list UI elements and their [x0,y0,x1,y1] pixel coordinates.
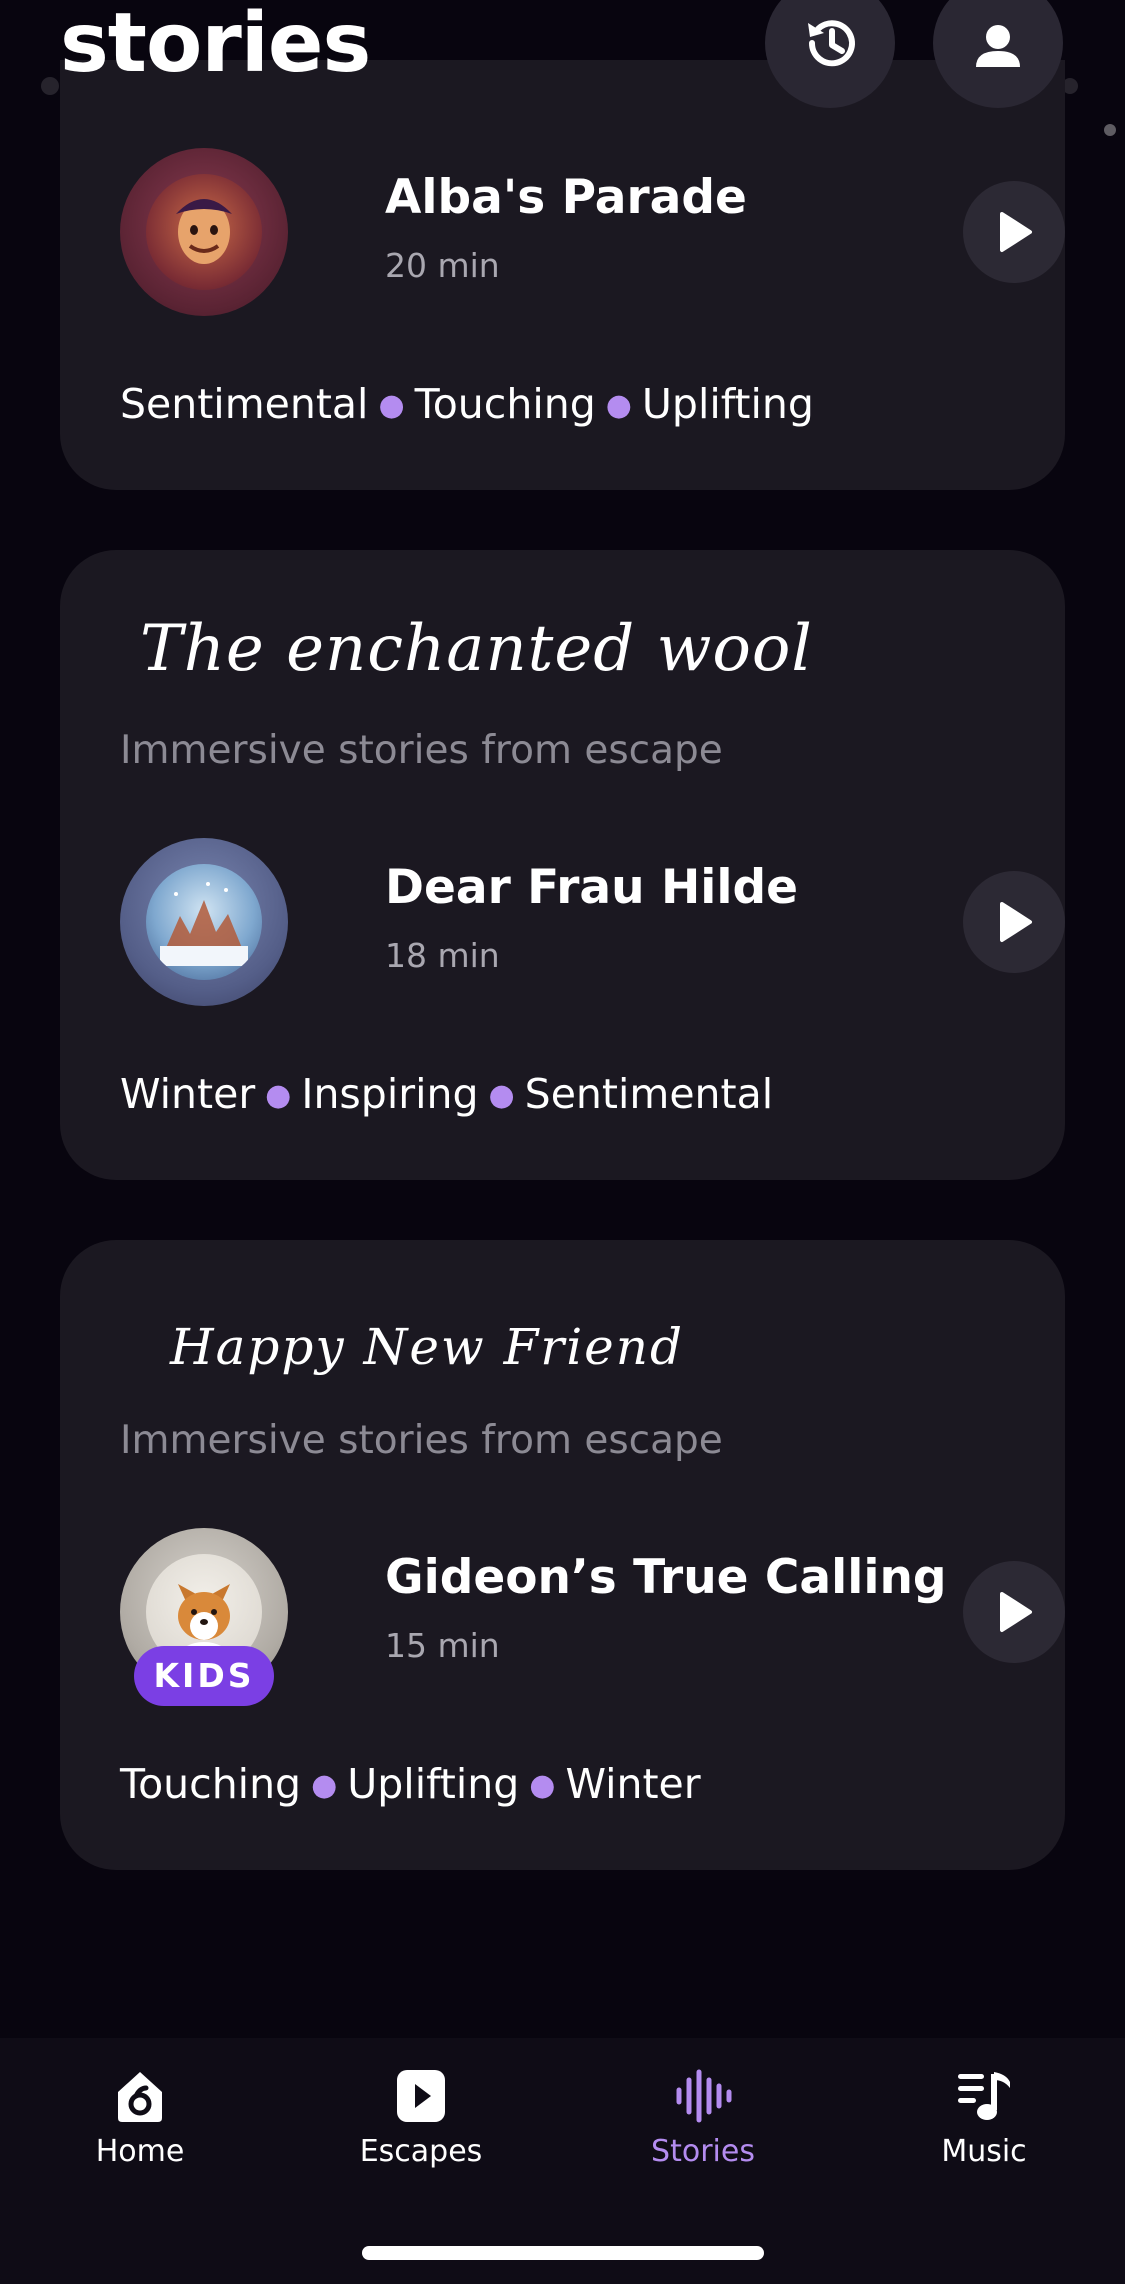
nav-home-label: Home [95,2134,185,2169]
collection-title: Happy New Friend [170,1318,684,1376]
tag-separator: ● [605,388,632,423]
history-button[interactable] [765,0,895,108]
profile-icon [976,25,1020,67]
story-collection-card[interactable]: Happy New Friend Immersive stories from … [60,1240,1065,1870]
story-duration: 18 min [385,936,500,975]
music-note-icon [958,2072,1010,2120]
tag-separator: ● [311,1768,338,1803]
play-square-icon [397,2070,445,2122]
collection-title: The enchanted wool [140,612,813,686]
tag-separator: ● [488,1078,515,1113]
story-row[interactable]: Dear Frau Hilde 18 min [120,838,1065,1008]
collection-subtitle: Immersive stories from escape [120,1418,723,1463]
play-button[interactable] [963,1561,1065,1663]
top-bar: stories [0,0,1125,120]
waveform-icon [676,2069,732,2123]
nav-music[interactable]: Music [884,2066,1084,2206]
tag: Sentimental [120,380,369,428]
play-icon [1000,212,1032,252]
story-collection-card[interactable]: The enchanted wool Immersive stories fro… [60,550,1065,1180]
kids-badge: KIDS [134,1646,274,1706]
home-indicator[interactable] [362,2246,764,2260]
story-cover-image[interactable] [120,838,288,1006]
story-tags: Touching ● Uplifting ● Winter [120,1760,701,1808]
history-icon [808,20,855,67]
collection-subtitle: Immersive stories from escape [120,728,723,773]
story-tags: Winter ● Inspiring ● Sentimental [120,1070,773,1118]
nav-escapes-label: Escapes [359,2134,483,2169]
story-row[interactable]: Alba's Parade 20 min [120,148,1065,318]
story-title[interactable]: Alba's Parade [385,170,747,225]
play-button[interactable] [963,871,1065,973]
tag-separator: ● [378,388,405,423]
tag-separator: ● [529,1768,556,1803]
nav-stories-label: Stories [651,2134,755,2169]
story-duration: 15 min [385,1626,500,1665]
tag: Inspiring [301,1070,479,1118]
profile-button[interactable] [933,0,1063,108]
story-tags: Sentimental ● Touching ● Uplifting [120,380,814,428]
tag: Winter [120,1070,256,1118]
tag: Winter [565,1760,701,1808]
story-title[interactable]: Dear Frau Hilde [385,860,798,915]
nav-stories[interactable]: Stories [603,2066,803,2206]
story-cover-image[interactable]: KIDS [120,1528,288,1706]
tag: Sentimental [524,1070,774,1118]
tag: Touching [414,380,596,428]
play-icon [1000,902,1032,942]
nav-music-label: Music [941,2134,1027,2169]
home-icon [118,2072,162,2122]
nav-home[interactable]: Home [40,2066,240,2206]
tag-separator: ● [265,1078,292,1113]
nav-escapes[interactable]: Escapes [321,2066,521,2206]
play-button[interactable] [963,181,1065,283]
story-card[interactable]: Alba's Parade 20 min Sentimental ● Touchin… [60,60,1065,490]
story-cover-image[interactable] [120,148,288,316]
story-title[interactable]: Gideon’s True Calling [385,1550,947,1605]
page-title: stories [60,0,371,91]
tag: Touching [120,1760,302,1808]
tag: Uplifting [347,1760,520,1808]
story-row[interactable]: KIDS Gideon’s True Calling 15 min [120,1528,1065,1706]
story-duration: 20 min [385,246,500,285]
tag: Uplifting [641,380,814,428]
play-icon [1000,1592,1032,1632]
